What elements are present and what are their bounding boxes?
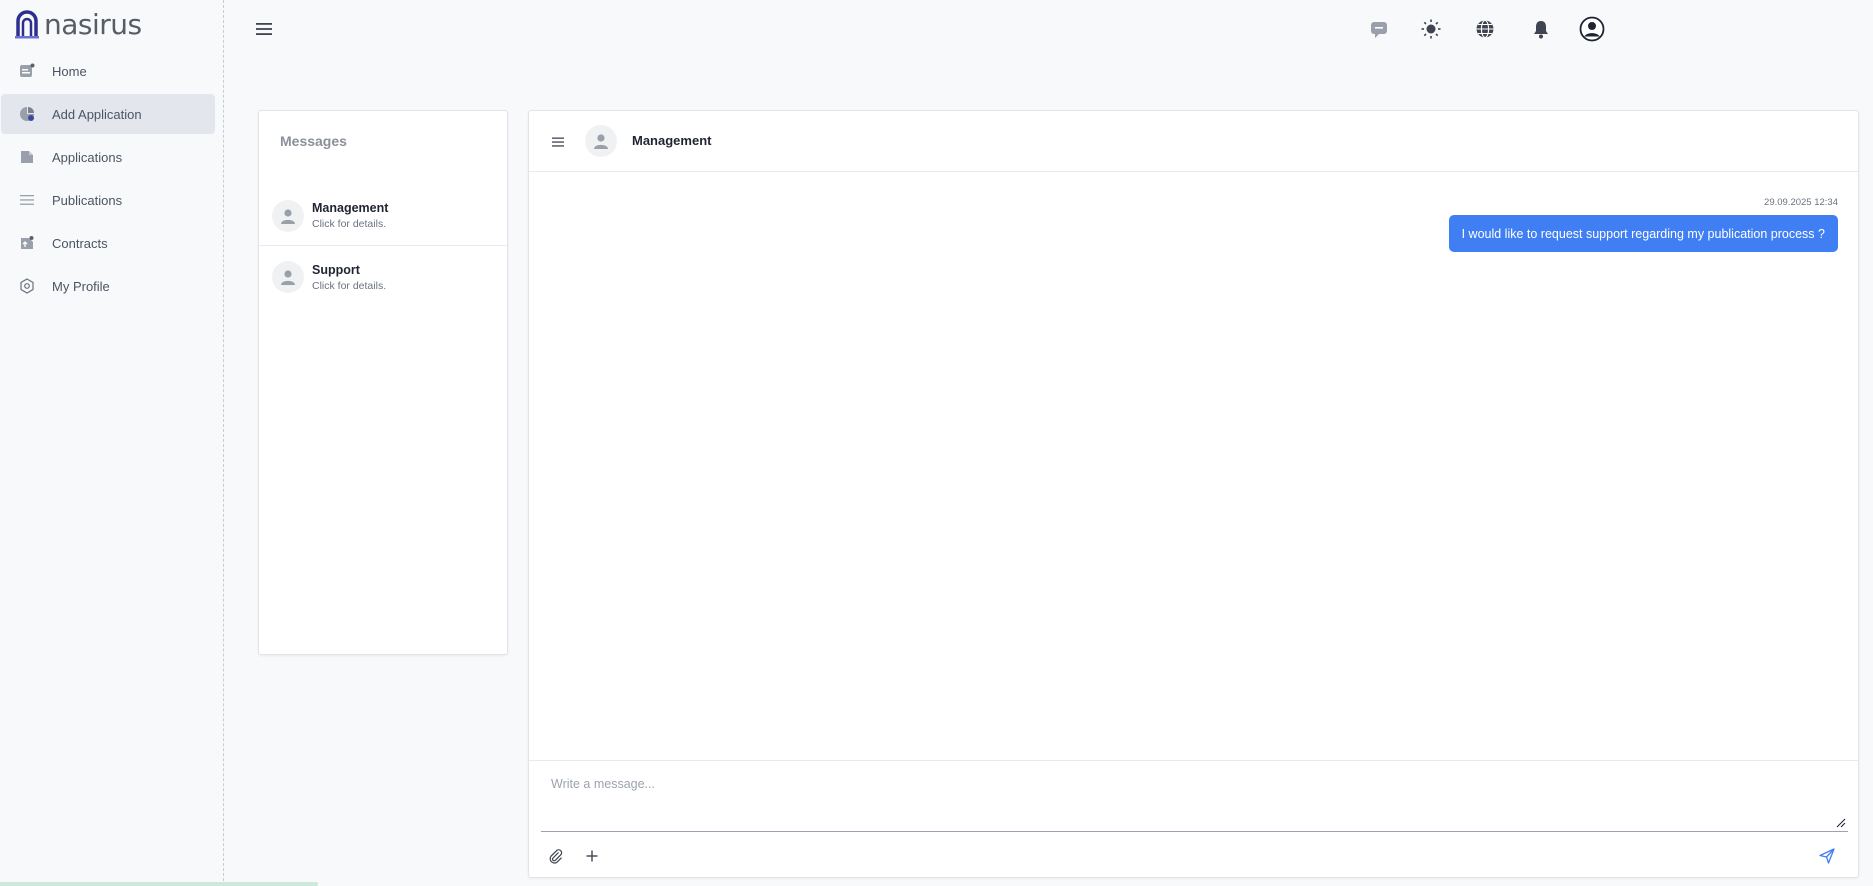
attach-paperclip-icon[interactable] xyxy=(548,848,564,864)
chat-header: Management xyxy=(529,111,1858,172)
user-avatar-icon xyxy=(281,208,295,224)
sidebar-item-publications[interactable]: Publications xyxy=(1,180,215,220)
message-composer xyxy=(541,762,1848,832)
sidebar-item-applications[interactable]: Applications xyxy=(1,137,215,177)
sidebar-item-home[interactable]: Home xyxy=(1,51,215,91)
message-timestamp: 29.09.2025 12:34 xyxy=(1764,197,1838,208)
sidebar-item-label: Applications xyxy=(52,149,123,165)
chat-contact-name: Management xyxy=(632,133,712,148)
chat-menu-icon[interactable] xyxy=(551,136,565,148)
user-avatar-icon xyxy=(594,134,608,149)
sidebar-item-label: My Profile xyxy=(52,278,110,294)
sidebar-item-my-profile[interactable]: My Profile xyxy=(1,266,215,306)
language-globe-icon[interactable] xyxy=(1474,18,1496,40)
user-avatar-icon xyxy=(281,270,295,285)
avatar xyxy=(272,199,304,232)
messages-contact-list: Messages Management Click for details. S… xyxy=(258,110,508,655)
contact-subtitle: Click for details. xyxy=(312,279,387,292)
loading-progress-bar xyxy=(0,882,318,886)
message-input[interactable] xyxy=(541,762,1848,831)
resize-grip-icon[interactable] xyxy=(1836,818,1846,828)
contact-item-management[interactable]: Management Click for details. xyxy=(259,186,507,246)
user-account-icon[interactable] xyxy=(1579,16,1605,42)
composer-divider xyxy=(529,760,1858,761)
contact-name: Management xyxy=(312,201,389,215)
sidebar-nav: Home Add Application Applications Public… xyxy=(0,51,224,309)
add-application-icon xyxy=(20,107,34,121)
home-icon xyxy=(20,63,35,77)
add-plus-icon[interactable] xyxy=(584,848,600,864)
sidebar-item-label: Contracts xyxy=(52,235,108,251)
chat-bubble-icon[interactable] xyxy=(1368,18,1390,40)
contact-item-support[interactable]: Support Click for details. xyxy=(259,247,507,307)
chat-contact-avatar xyxy=(585,125,617,157)
chat-panel: Management 29.09.2025 12:34 I would like… xyxy=(528,110,1859,878)
nasirus-logo-icon xyxy=(15,10,39,39)
document-icon xyxy=(21,151,33,163)
list-icon xyxy=(20,195,34,205)
sidebar: nasirus Home Add Application Application… xyxy=(0,0,224,886)
sidebar-item-contracts[interactable]: Contracts xyxy=(1,223,215,263)
sidebar-item-label: Home xyxy=(52,63,87,79)
theme-sun-icon[interactable] xyxy=(1420,18,1442,40)
brand-logo[interactable]: nasirus xyxy=(14,7,142,41)
message-bubble: I would like to request support regardin… xyxy=(1448,215,1838,252)
messages-title: Messages xyxy=(280,133,347,149)
avatar xyxy=(272,261,304,293)
contract-icon xyxy=(21,236,34,249)
send-icon[interactable] xyxy=(1818,847,1836,865)
sidebar-item-add-application[interactable]: Add Application xyxy=(1,94,215,134)
contact-name: Support xyxy=(312,262,360,277)
notification-bell-icon[interactable] xyxy=(1530,18,1552,40)
sidebar-item-label: Add Application xyxy=(52,106,142,122)
brand-name: nasirus xyxy=(44,7,142,41)
contact-subtitle: Click for details. xyxy=(312,218,387,230)
menu-icon[interactable] xyxy=(254,20,274,38)
profile-gear-icon xyxy=(20,278,34,294)
sidebar-item-label: Publications xyxy=(52,192,123,208)
